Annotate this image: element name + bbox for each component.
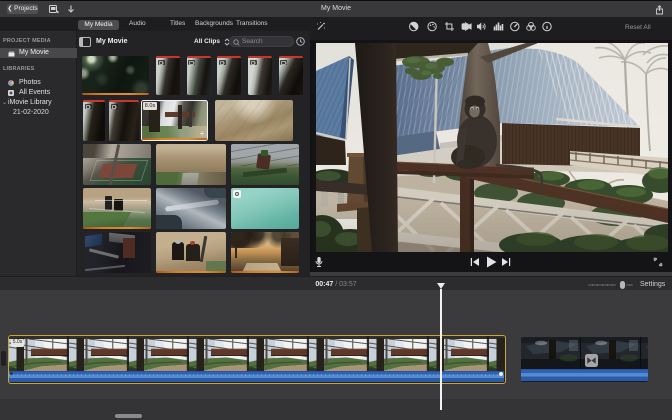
svg-text:Reset All: Reset All [625, 24, 651, 31]
